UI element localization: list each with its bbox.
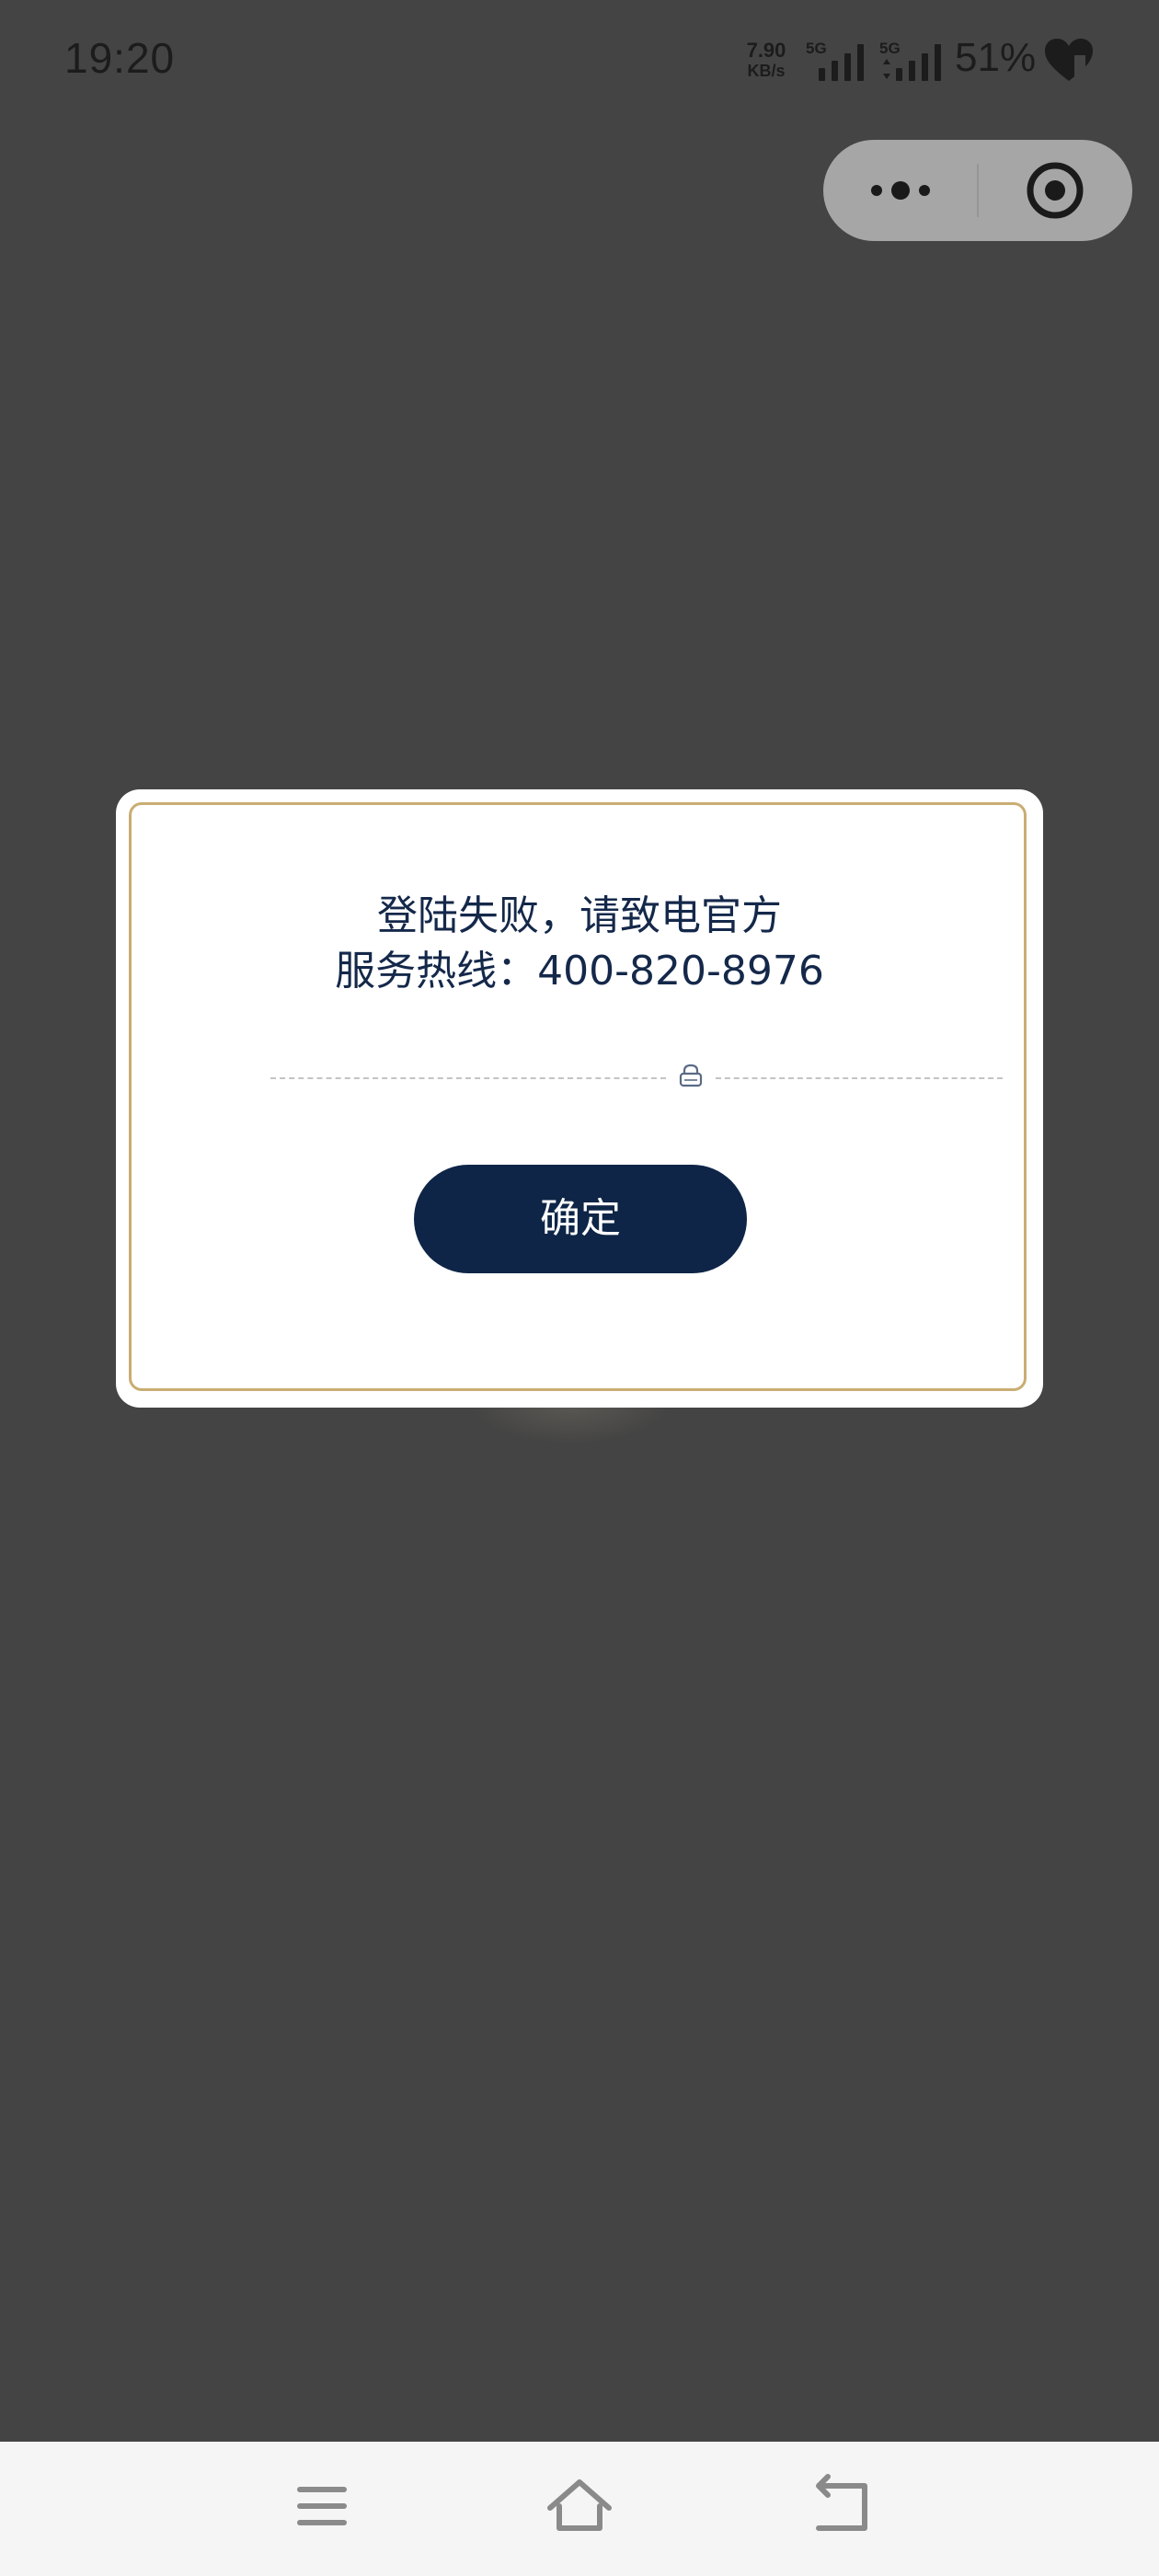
network-speed-unit: KB/s [747, 62, 786, 80]
more-dots-icon [871, 181, 930, 200]
login-failed-dialog: 登陆失败，请致电官方 服务热线：400-820-8976 确定 [116, 789, 1043, 1408]
miniprogram-capsule [823, 140, 1132, 241]
signal-sim1-icon: 5G [806, 40, 864, 81]
confirm-button[interactable]: 确定 [414, 1165, 747, 1273]
divider-left [270, 1077, 666, 1079]
battery-level: 51% [955, 35, 1037, 80]
sim1-label: 5G [806, 40, 827, 57]
capsule-more-button[interactable] [823, 140, 978, 241]
nav-home-button[interactable] [524, 2460, 635, 2552]
dialog-message-line2: 服务热线：400-820-8976 [335, 948, 824, 995]
dialog-message: 登陆失败，请致电官方 服务热线：400-820-8976 [116, 889, 1043, 999]
divider-right [716, 1077, 1003, 1079]
sim2-label: 5G [879, 40, 901, 57]
nav-menu-button[interactable] [267, 2460, 377, 2552]
app-screen: 19:20 7.90 KB/s 5G 5G 51% 登陆失败，请致电官方 服务热… [0, 0, 1159, 2576]
back-icon [816, 2474, 867, 2531]
dialog-message-line1: 登陆失败，请致电官方 [377, 892, 782, 939]
home-icon [547, 2479, 612, 2531]
network-speed: 7.90 KB/s [740, 40, 793, 81]
capsule-close-button[interactable] [978, 140, 1132, 241]
heart-icon [1045, 39, 1093, 81]
system-nav-bar [0, 2442, 1159, 2576]
status-bar: 19:20 7.90 KB/s 5G 5G 51% [0, 0, 1159, 120]
nav-back-button[interactable] [782, 2460, 892, 2552]
menu-icon [297, 2487, 347, 2525]
target-close-icon [1027, 162, 1084, 219]
lock-icon [679, 1064, 703, 1087]
network-speed-value: 7.90 [746, 39, 786, 62]
signal-sim2-icon: 5G [879, 40, 941, 81]
status-time: 19:20 [64, 34, 176, 82]
